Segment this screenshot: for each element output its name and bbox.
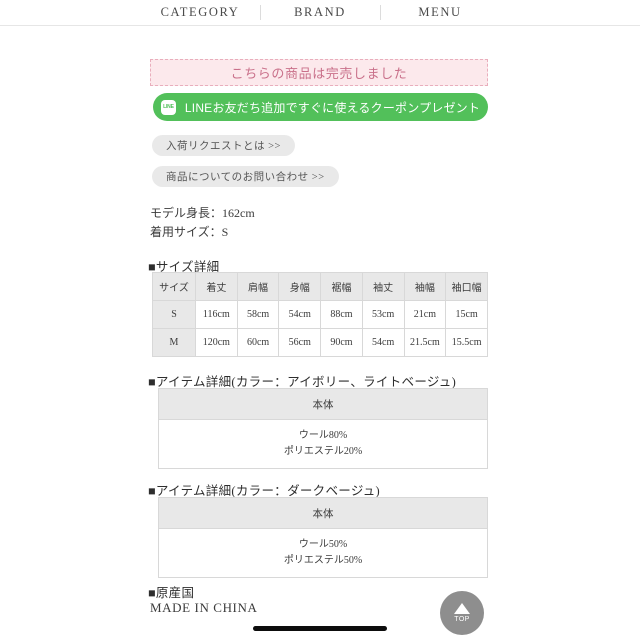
size-table-header-cell: 肩幅 [236, 272, 280, 301]
triangle-up-icon [454, 603, 470, 614]
table-row: ウール50% ポリエステル50% [158, 528, 488, 578]
nav-item-brand[interactable]: BRAND [259, 5, 381, 20]
size-table-cell: 90cm [320, 328, 363, 357]
size-detail-table: サイズ 着丈 肩幅 身幅 裾幅 袖丈 袖幅 袖口幅 S 116cm 58cm 5… [152, 272, 488, 357]
size-table-cell: 54cm [278, 300, 322, 329]
size-table-header-row: サイズ 着丈 肩幅 身幅 裾幅 袖丈 袖幅 袖口幅 [152, 272, 488, 301]
size-table-cell: 116cm [195, 300, 238, 329]
restock-request-label: 入荷リクエストとは >> [166, 141, 281, 152]
size-table-cell: 21.5cm [403, 328, 447, 357]
size-table-cell: 120cm [195, 328, 238, 357]
model-wearing-size: 着用サイズ：S [150, 225, 229, 239]
line-icon-label: LINE [163, 104, 174, 110]
material-table-header-row: 本体 [158, 497, 488, 529]
product-inquiry-label: 商品についてのお問い合わせ >> [166, 172, 325, 183]
model-info: モデル身長：162cm 着用サイズ：S [150, 204, 255, 242]
nav-item-menu[interactable]: MENU [381, 5, 500, 20]
nav-item-category[interactable]: CATEGORY [141, 5, 260, 20]
size-table-cell: 56cm [278, 328, 322, 357]
table-row: M 120cm 60cm 56cm 90cm 54cm 21.5cm 15.5c… [152, 328, 488, 357]
scroll-to-top-label: TOP [454, 616, 470, 623]
size-table-header-cell: 身幅 [278, 272, 322, 301]
size-table-header-cell: 着丈 [195, 272, 238, 301]
table-row: S 116cm 58cm 54cm 88cm 53cm 21cm 15cm [152, 300, 488, 329]
material-table-header-cell: 本体 [158, 388, 488, 420]
size-table-cell: 58cm [236, 300, 280, 329]
material-table-cell: ウール80% ポリエステル20% [158, 419, 488, 469]
size-table-header-cell: 袖幅 [403, 272, 447, 301]
line-coupon-label: LINEお友だち追加ですぐに使えるクーポンプレゼント [184, 100, 481, 115]
material-table-header-cell: 本体 [158, 497, 488, 529]
line-icon: LINE [160, 99, 176, 115]
material-line: ウール50% [298, 539, 348, 550]
size-table-header-cell: サイズ [152, 272, 196, 301]
line-coupon-button[interactable]: LINE LINEお友だち追加ですぐに使えるクーポンプレゼント [153, 93, 488, 121]
size-table-cell: 88cm [320, 300, 363, 329]
size-table-cell: 60cm [236, 328, 280, 357]
sold-out-text: こちらの商品は完売しました [230, 66, 408, 81]
material-line: ウール80% [298, 430, 348, 441]
table-row: ウール80% ポリエステル20% [158, 419, 488, 469]
material-table-cell: ウール50% ポリエステル50% [158, 528, 488, 578]
size-table-row-label: M [152, 328, 196, 357]
material-line: ポリエステル20% [283, 446, 363, 457]
size-table-cell: 21cm [403, 300, 447, 329]
origin-title: ■原産国 [148, 586, 195, 600]
home-indicator [253, 626, 387, 631]
material-line: ポリエステル50% [283, 555, 363, 566]
size-table-header-cell: 袖丈 [361, 272, 405, 301]
model-height: モデル身長：162cm [150, 206, 255, 220]
material-table-2: 本体 ウール50% ポリエステル50% [158, 497, 488, 578]
material-table-header-row: 本体 [158, 388, 488, 420]
size-table-header-cell: 袖口幅 [445, 272, 488, 301]
material-table-1: 本体 ウール80% ポリエステル20% [158, 388, 488, 469]
size-table-cell: 15cm [445, 300, 488, 329]
size-table-header-cell: 裾幅 [320, 272, 363, 301]
size-table-cell: 15.5cm [445, 328, 488, 357]
product-inquiry-button[interactable]: 商品についてのお問い合わせ >> [152, 166, 339, 187]
size-table-cell: 54cm [361, 328, 405, 357]
size-table-row-label: S [152, 300, 196, 329]
size-table-cell: 53cm [361, 300, 405, 329]
origin-value: MADE IN CHINA [150, 600, 258, 615]
scroll-to-top-button[interactable]: TOP [440, 591, 484, 635]
sold-out-banner: こちらの商品は完売しました [150, 59, 488, 86]
restock-request-button[interactable]: 入荷リクエストとは >> [152, 135, 295, 156]
top-navigation: CATEGORY BRAND MENU [0, 0, 640, 26]
